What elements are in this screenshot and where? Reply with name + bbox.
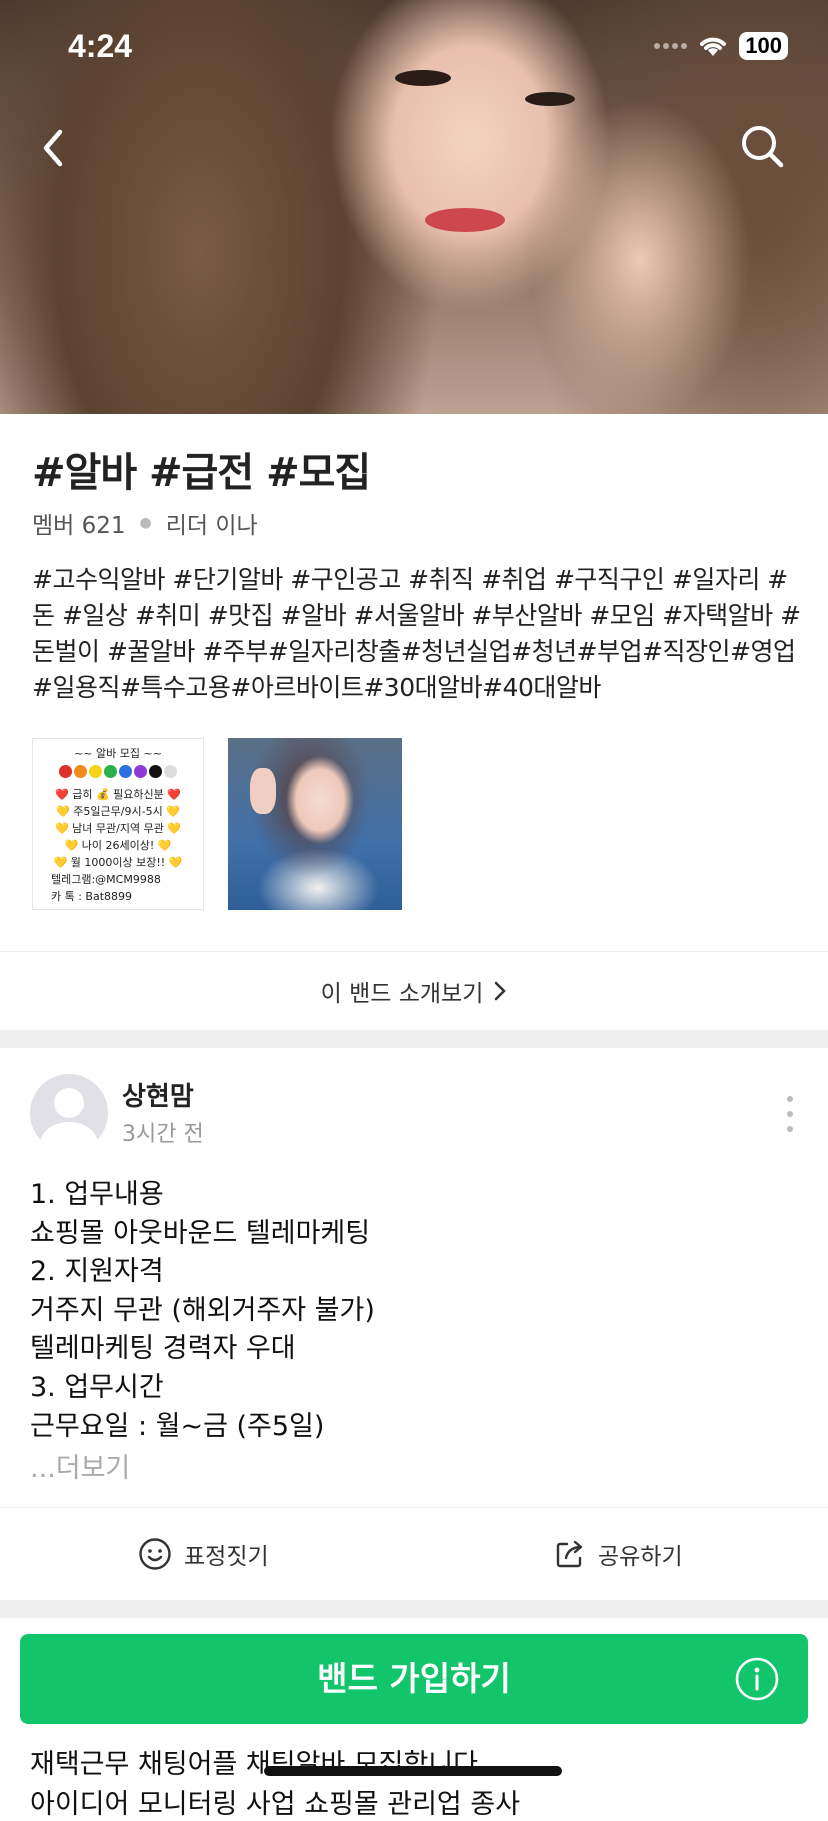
- section-separator: [0, 1030, 828, 1048]
- thumb-line: ❤️ 급히 💰 필요하신분 ❤️: [55, 788, 181, 801]
- color-dots: [37, 765, 199, 778]
- post-body[interactable]: 1. 업무내용 쇼핑몰 아웃바운드 텔레마케팅 2. 지원자격 거주지 무관 (…: [30, 1176, 800, 1446]
- thumb-header: ~~ 알바 모집 ~~: [74, 747, 162, 760]
- status-time: 4:24: [68, 28, 133, 64]
- status-icons: 100: [654, 32, 788, 60]
- wifi-icon: [700, 37, 727, 56]
- search-button[interactable]: [738, 122, 786, 170]
- avatar-placeholder-body: [40, 1122, 98, 1152]
- cellular-signal-icon: [654, 43, 688, 49]
- thumb-line: 💛 월 1000이상 보장!! 💛: [53, 856, 183, 869]
- post-line: 근무요일 : 월~금 (주5일): [30, 1410, 325, 1442]
- meta-separator: ●: [139, 515, 152, 531]
- post-author[interactable]: 상현맘: [122, 1076, 194, 1113]
- photo-detail: [250, 768, 276, 814]
- more-options-button[interactable]: [776, 1096, 804, 1132]
- cover-detail: [425, 208, 505, 232]
- post-line: 1. 업무내용: [30, 1179, 164, 1210]
- next-post-preview-line2[interactable]: 아이디어 모니터링 사업 쇼핑몰 관리업 종사: [30, 1782, 520, 1821]
- thumb-line: 💛 주5일근무/9시-5시 💛: [56, 805, 180, 818]
- thumb-line: 텔레그램:@MCM9988: [51, 873, 161, 886]
- band-intro-link[interactable]: 이 밴드 소개보기: [0, 952, 828, 1030]
- post-line: 텔레마케팅 경력자 우대: [30, 1333, 296, 1365]
- post-line: 3. 업무시간: [30, 1371, 164, 1403]
- battery-indicator: 100: [739, 32, 788, 60]
- share-label: 공유하기: [598, 1544, 683, 1570]
- avatar-placeholder-head: [54, 1088, 84, 1118]
- member-count[interactable]: 멤버 621: [32, 506, 126, 540]
- post-line: 거주지 무관 (해외거주자 불가): [30, 1294, 375, 1326]
- thumb-line: 💛 남녀 무관/지역 무관 💛: [54, 822, 182, 835]
- join-band-label: 밴드 가입하기: [317, 1659, 511, 1698]
- back-button[interactable]: [34, 122, 74, 174]
- see-more-link[interactable]: ...더보기: [30, 1446, 130, 1485]
- home-indicator: [264, 1766, 562, 1776]
- post-timestamp: 3시간 전: [122, 1122, 204, 1147]
- emote-label: 표정짓기: [184, 1544, 269, 1570]
- search-icon: [742, 126, 784, 168]
- divider: [0, 1507, 828, 1508]
- band-title: #알바 #급전 #모집: [32, 450, 371, 496]
- chevron-right-icon: [495, 981, 507, 1001]
- band-description: #고수익알바 #단기알바 #구인공고 #취직 #취업 #구직구인 #일자리 #돈…: [32, 565, 801, 702]
- band-meta: 멤버 621 ● 리더 이나: [32, 506, 258, 540]
- share-icon: [556, 1540, 583, 1568]
- thumb-line: 카 톡 : Bat8899: [51, 890, 133, 903]
- post-line: 2. 지원자격: [30, 1256, 164, 1288]
- leader-name[interactable]: 리더 이나: [166, 506, 258, 540]
- smile-icon: [139, 1538, 171, 1570]
- info-icon[interactable]: [734, 1656, 780, 1702]
- cover-detail: [525, 92, 575, 106]
- band-image-thumbnail-1[interactable]: ~~ 알바 모집 ~~ ❤️ 급히 💰 필요하신분 ❤️ 💛 주5일근무/9시-…: [32, 738, 204, 910]
- thumb-line: 💛 나이 26세이상! 💛: [64, 839, 172, 852]
- band-image-thumbnail-2[interactable]: [228, 738, 402, 910]
- more-vertical-icon: [787, 1096, 793, 1102]
- share-button[interactable]: 공유하기: [554, 1508, 683, 1600]
- join-band-button[interactable]: 밴드 가입하기: [20, 1634, 808, 1724]
- intro-link-label: 이 밴드 소개보기: [320, 981, 484, 1007]
- avatar[interactable]: [30, 1074, 108, 1152]
- back-arrow-icon: [43, 129, 63, 167]
- emote-button[interactable]: 표정짓기: [138, 1508, 269, 1600]
- post-line: 쇼핑몰 아웃바운드 텔레마케팅: [30, 1217, 371, 1249]
- cover-detail: [395, 70, 451, 86]
- section-separator: [0, 1600, 828, 1618]
